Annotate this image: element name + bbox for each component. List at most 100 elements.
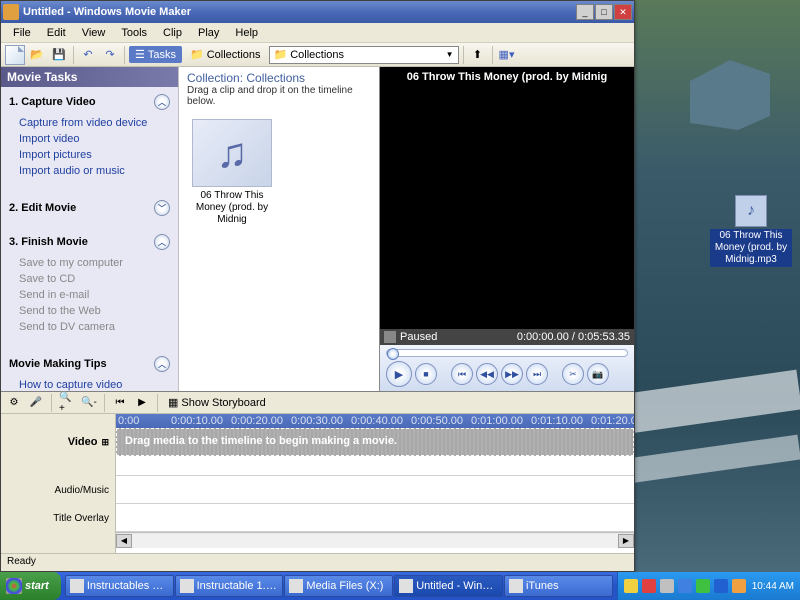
tip-capture[interactable]: How to capture video xyxy=(19,377,170,391)
link-save-computer: Save to my computer xyxy=(19,255,170,271)
menu-tools[interactable]: Tools xyxy=(113,25,155,41)
clip-item[interactable]: ♫ 06 Throw This Money (prod. by Midnig xyxy=(187,119,277,226)
taskbar-item[interactable]: Media Files (X:) xyxy=(284,575,393,597)
open-button[interactable]: 📂 xyxy=(27,45,47,65)
menu-play[interactable]: Play xyxy=(190,25,227,41)
taskbar-item-active[interactable]: Untitled - Windows ... xyxy=(394,575,503,597)
chevron-up-icon: ︿ xyxy=(154,94,170,110)
tray-icon[interactable] xyxy=(732,579,746,593)
timeline-scrollbar[interactable]: ◀ ▶ xyxy=(116,532,634,548)
timeline-placeholder: Drag media to the timeline to begin maki… xyxy=(117,429,633,453)
chevron-up-icon: ︿ xyxy=(154,234,170,250)
desktop-file[interactable]: ♪ 06 Throw This Money (prod. by Midnig.m… xyxy=(710,195,792,267)
tasks-button[interactable]: ☰ Tasks xyxy=(129,46,182,63)
app-icon xyxy=(509,579,523,593)
show-storyboard-button[interactable]: ▦ Show Storyboard xyxy=(164,394,270,411)
taskbar-item[interactable]: Instructable 1.JPG - ... xyxy=(175,575,284,597)
forward-button[interactable]: ▶▶ xyxy=(501,363,523,385)
scroll-left-button[interactable]: ◀ xyxy=(116,534,132,548)
toolbar: 📂 💾 ↶ ↷ ☰ Tasks 📁 Collections 📁 Collecti… xyxy=(1,43,634,67)
scroll-right-button[interactable]: ▶ xyxy=(618,534,634,548)
tray-icon[interactable] xyxy=(642,579,656,593)
desktop-file-label: 06 Throw This Money (prod. by Midnig.mp3 xyxy=(710,229,792,267)
menu-clip[interactable]: Clip xyxy=(155,25,190,41)
link-import-pictures[interactable]: Import pictures xyxy=(19,147,170,163)
collections-button[interactable]: 📁 Collections xyxy=(184,46,267,63)
folder-icon: 📁 xyxy=(274,48,288,61)
up-button[interactable]: ⬆ xyxy=(468,45,488,65)
dropdown-value: Collections xyxy=(290,49,344,61)
preview-video xyxy=(380,87,634,329)
transition-track[interactable] xyxy=(116,456,634,476)
audio-track[interactable] xyxy=(116,476,634,504)
bluetooth-icon[interactable] xyxy=(714,579,728,593)
statusbar: Ready xyxy=(1,553,634,571)
tasks-sidebar: Movie Tasks 1. Capture Video ︿ Capture f… xyxy=(1,67,179,391)
link-import-audio[interactable]: Import audio or music xyxy=(19,163,170,179)
redo-button[interactable]: ↷ xyxy=(100,45,120,65)
preview-title: 06 Throw This Money (prod. by Midnig xyxy=(380,67,634,87)
tray-icon[interactable] xyxy=(624,579,638,593)
prev-button[interactable]: ⏮ xyxy=(451,363,473,385)
zoom-in-button[interactable]: 🔍+ xyxy=(58,394,76,412)
timeline-play-button[interactable]: ▶ xyxy=(133,394,151,412)
view-button[interactable]: ▦▾ xyxy=(497,45,517,65)
task-finish-movie[interactable]: 3. Finish Movie ︿ xyxy=(9,231,170,253)
close-button[interactable]: ✕ xyxy=(614,4,632,20)
seek-handle[interactable] xyxy=(387,348,399,360)
undo-button[interactable]: ↶ xyxy=(78,45,98,65)
maximize-button[interactable]: □ xyxy=(595,4,613,20)
link-send-email: Send in e-mail xyxy=(19,287,170,303)
rewind-button[interactable]: ◀◀ xyxy=(476,363,498,385)
timeline-narrate-button[interactable]: 🎤 xyxy=(27,394,45,412)
video-track[interactable]: Drag media to the timeline to begin maki… xyxy=(116,428,634,456)
tray-icon[interactable] xyxy=(660,579,674,593)
tasks-icon: ☰ xyxy=(135,48,145,61)
menu-edit[interactable]: Edit xyxy=(39,25,74,41)
app-icon xyxy=(180,579,194,593)
tray-icon[interactable] xyxy=(678,579,692,593)
title-track-label: Title Overlay xyxy=(1,504,115,532)
split-button[interactable]: ✂ xyxy=(562,363,584,385)
task-capture-video[interactable]: 1. Capture Video ︿ xyxy=(9,91,170,113)
timeline-set-button[interactable]: ⚙ xyxy=(5,394,23,412)
new-project-button[interactable] xyxy=(5,45,25,65)
audio-track-label: Audio/Music xyxy=(1,476,115,504)
sidebar-header: Movie Tasks xyxy=(1,67,178,87)
seek-bar[interactable] xyxy=(386,349,628,357)
tray-icon[interactable] xyxy=(696,579,710,593)
snapshot-button[interactable]: 📷 xyxy=(587,363,609,385)
start-button[interactable]: start xyxy=(0,572,61,600)
titlebar[interactable]: Untitled - Windows Movie Maker _ □ ✕ xyxy=(1,1,634,23)
task-title-label: 1. Capture Video xyxy=(9,96,96,108)
preview-time: 0:00:00.00 / 0:05:53.35 xyxy=(517,331,630,343)
menubar: File Edit View Tools Clip Play Help xyxy=(1,23,634,43)
task-tips[interactable]: Movie Making Tips ︿ xyxy=(9,353,170,375)
collection-subtitle: Drag a clip and drop it on the timeline … xyxy=(187,85,371,107)
timeline-rewind-button[interactable]: ⏮ xyxy=(111,394,129,412)
menu-view[interactable]: View xyxy=(74,25,114,41)
timeline-tracks[interactable]: 0:00 0:00:10.00 0:00:20.00 0:00:30.00 0:… xyxy=(116,414,634,553)
save-button[interactable]: 💾 xyxy=(49,45,69,65)
expand-icon[interactable]: ⊞ xyxy=(101,437,109,448)
timeline-ruler: 0:00 0:00:10.00 0:00:20.00 0:00:30.00 0:… xyxy=(116,414,634,428)
title-track[interactable] xyxy=(116,504,634,532)
minimize-button[interactable]: _ xyxy=(576,4,594,20)
taskbar-item[interactable]: iTunes xyxy=(504,575,613,597)
taskbar-item[interactable]: Instructables edit st... xyxy=(65,575,174,597)
clock[interactable]: 10:44 AM xyxy=(752,581,794,592)
storyboard-label: Show Storyboard xyxy=(181,397,265,409)
preview-status-text: Paused xyxy=(400,331,437,343)
chevron-up-icon: ︿ xyxy=(154,356,170,372)
next-button[interactable]: ⏭ xyxy=(526,363,548,385)
zoom-out-button[interactable]: 🔍- xyxy=(80,394,98,412)
task-edit-movie[interactable]: 2. Edit Movie ﹀ xyxy=(9,197,170,219)
menu-help[interactable]: Help xyxy=(227,25,266,41)
task-title-label: 3. Finish Movie xyxy=(9,236,88,248)
play-button[interactable]: ▶ xyxy=(386,361,412,387)
link-import-video[interactable]: Import video xyxy=(19,131,170,147)
collections-dropdown[interactable]: 📁 Collections ▼ xyxy=(269,46,459,64)
menu-file[interactable]: File xyxy=(5,25,39,41)
link-capture-device[interactable]: Capture from video device xyxy=(19,115,170,131)
stop-button[interactable]: ■ xyxy=(415,363,437,385)
